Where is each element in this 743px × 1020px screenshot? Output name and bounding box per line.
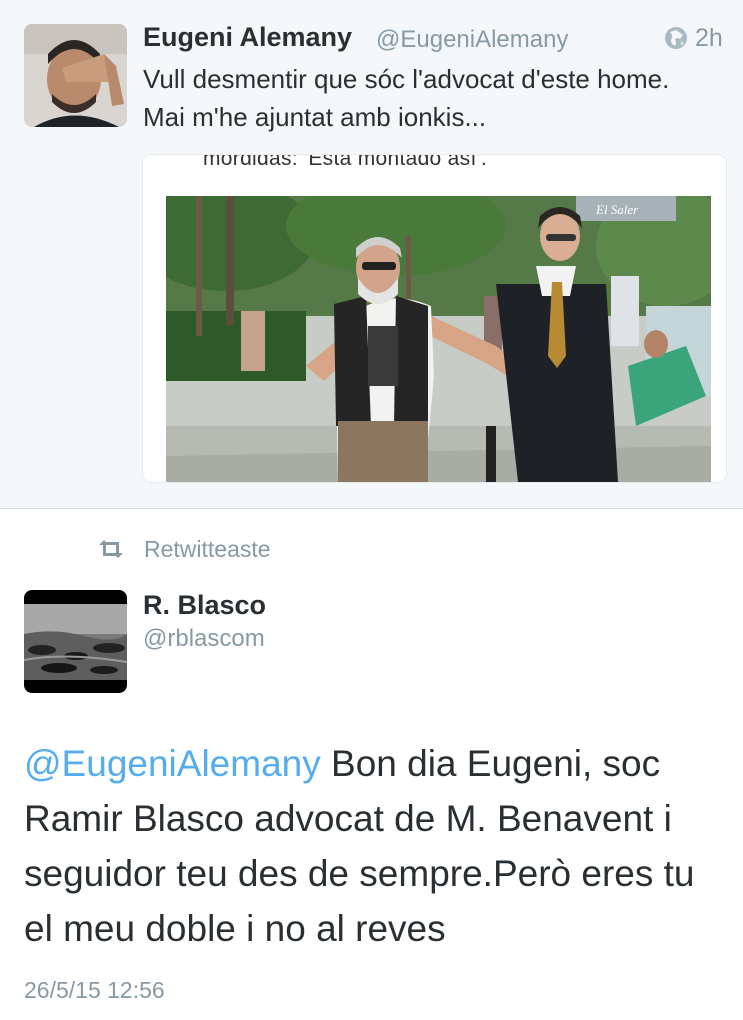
author-handle[interactable]: @EugeniAlemany xyxy=(376,26,568,54)
author-handle[interactable]: @rblascom xyxy=(143,625,265,653)
mention-link[interactable]: @EugeniAlemany xyxy=(24,743,321,784)
author-name[interactable]: R. Blasco xyxy=(143,590,266,621)
photo-sign-text: El Saler xyxy=(595,202,639,217)
globe-icon xyxy=(665,27,687,49)
media-card[interactable]: mordidas: 'Esta montado así'. El Saler xyxy=(143,155,726,482)
quoted-tweet[interactable]: Eugeni Alemany @EugeniAlemany 2h Vull de… xyxy=(0,0,743,508)
media-caption: mordidas: 'Esta montado así'. xyxy=(203,155,488,170)
divider xyxy=(0,508,743,509)
author-name[interactable]: Eugeni Alemany xyxy=(143,22,352,53)
retweet-label: Retwitteaste xyxy=(144,536,271,562)
photo-image: El Saler xyxy=(166,196,711,482)
avatar-eugeni[interactable] xyxy=(24,24,127,127)
tweet-text: Vull desmentir que sóc l'advocat d'este … xyxy=(143,64,670,132)
avatar-eugeni-image xyxy=(24,24,127,127)
retweet-icon xyxy=(99,540,123,558)
avatar-rblasco-image xyxy=(24,590,127,693)
tweet-text: @EugeniAlemany Bon dia Eugeni, soc Ramir… xyxy=(24,736,724,956)
tweet-photo[interactable]: El Saler xyxy=(166,196,711,482)
tweet-date: 26/5/15 12:56 xyxy=(24,977,165,1003)
avatar-rblasco[interactable] xyxy=(24,590,127,693)
timestamp: 2h xyxy=(695,24,723,52)
